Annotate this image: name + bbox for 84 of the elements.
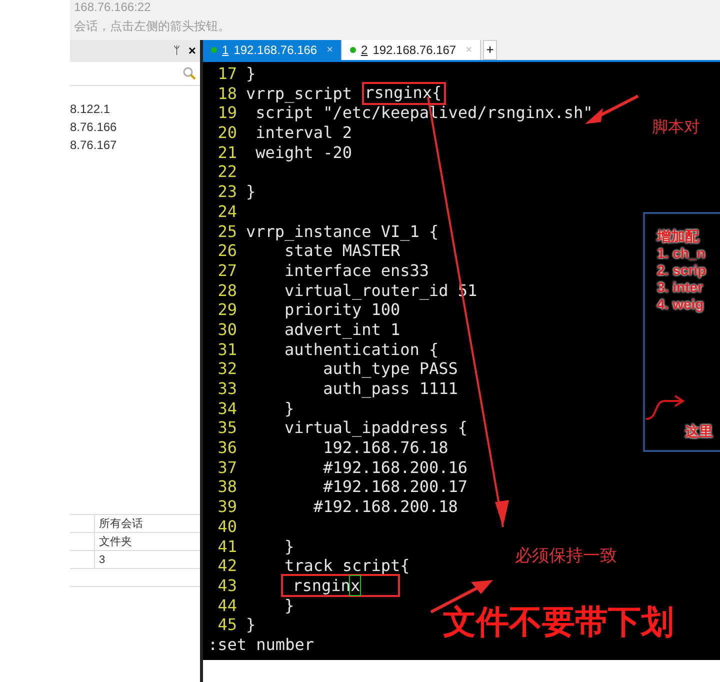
line-number: 34 [216,398,238,418]
code-line: #192.168.200.17 [322,477,468,498]
code-line: } [284,596,294,616]
search-icon [183,67,196,80]
code-line: interval 2 [254,123,352,143]
code-line: vrrp_script [246,84,353,104]
code-text: rsnginx{ [364,83,442,104]
line-number: 24 [216,202,238,222]
command-line: :set number [208,634,315,655]
panel-item: 4. weig [657,296,705,313]
new-tab-button[interactable]: + [483,40,497,60]
code-line: priority 100 [284,300,400,320]
line-number: 32 [216,359,238,379]
code-line: #192.168.200.18 [312,497,458,517]
panel-item: 1. ch_n [657,245,706,262]
code-line: track_script{ [284,556,410,576]
line-number: 44 [216,596,238,616]
hint-text: 会话，点击左侧的箭头按钮。 [74,18,231,34]
line-number: 21 [216,142,238,162]
line-number: 45 [216,615,238,635]
session-tab[interactable]: 1 192.168.76.166 × [203,40,342,60]
panel-footer: 这里 [685,423,720,440]
code-line: vrrp_instance VI_1 { [246,222,439,242]
line-number: 39 [216,497,238,517]
code-line: 192.168.76.18 [322,438,448,458]
code-line: } [246,615,256,635]
code-line: auth_type PASS [322,359,458,379]
line-number: 29 [216,300,238,320]
code-line: } [284,398,294,418]
line-number: 33 [216,379,238,399]
tab-label: 192.168.76.166 [234,42,318,59]
session-address: 168.76.166:22 [74,0,152,15]
curved-arrow-icon [645,393,685,421]
line-number: 40 [216,516,238,536]
line-number: 26 [216,241,238,261]
annotation-text: 必须保持一致 [515,546,617,566]
code-line: advert_int 1 [284,320,400,340]
code-line: authentication { [284,340,439,360]
tab-number: 2 [361,42,368,59]
line-number: 28 [216,280,238,300]
pin-icon[interactable]: ᛘ [173,42,180,60]
panel-item: 2. scrip [657,262,708,279]
code-line: } [246,182,256,202]
line-number: 36 [216,438,238,458]
line-number: 18 [216,84,238,104]
line-number: 17 [216,64,238,84]
host-item[interactable]: 8.76.167 [70,136,200,154]
session-tab[interactable]: 2 192.168.76.167 × [342,40,481,60]
line-number: 42 [216,556,238,576]
panel-title: 增加配 [657,228,700,245]
panel-item: 3. inter [657,279,704,296]
line-number: 23 [216,182,238,202]
line-number: 43 [216,576,238,596]
annotation-text: 文件不要带下划 [443,602,674,642]
line-number: 31 [216,340,238,360]
line-number: 35 [216,418,238,438]
code-line: interface ens33 [284,260,430,281]
property-cell-text: 所有会话 [98,517,143,532]
close-button[interactable]: × [188,41,196,61]
line-number: 19 [216,103,238,124]
line-number: 30 [216,320,238,340]
code-line: } [246,64,256,84]
property-cell-text: 3 [98,553,106,568]
line-number: 38 [216,477,238,498]
line-number: 27 [216,260,238,281]
code-line: } [284,536,294,556]
annotation-text: 脚本对 [652,118,700,138]
cursor: x [350,576,360,596]
line-number: 22 [216,162,238,182]
line-number: 37 [216,458,238,478]
host-item[interactable]: 8.122.1 [70,100,200,118]
tab-number: 1 [222,42,229,59]
code-line: weight -20 [254,142,352,162]
code-text: rsngin [292,576,350,596]
property-cell-text: 文件夹 [98,534,132,550]
code-line: virtual_ipaddress { [284,418,468,438]
line-number: 41 [216,536,238,556]
code-line: #192.168.200.16 [322,458,468,478]
code-line: state MASTER [284,241,400,261]
line-number: 20 [216,123,238,143]
line-number: 25 [216,222,238,242]
tab-label: 192.168.76.167 [372,42,456,59]
host-item[interactable]: 8.76.166 [70,118,200,136]
code-line: auth_pass 1111 [322,379,458,399]
